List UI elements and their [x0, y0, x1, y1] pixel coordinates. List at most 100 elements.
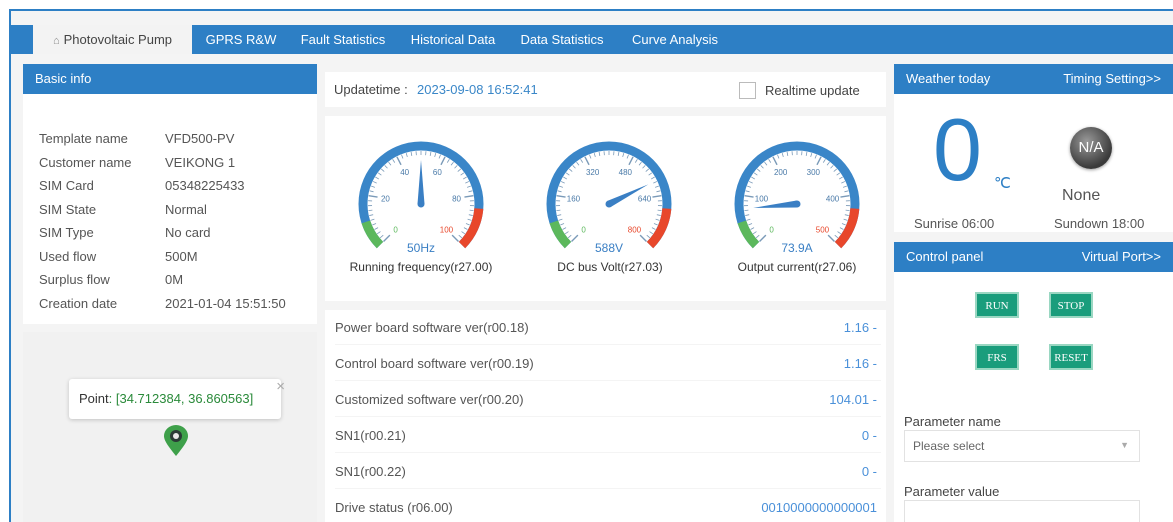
gauge-tick: [580, 159, 584, 163]
gauge-tick: [645, 168, 650, 172]
timing-setting-link[interactable]: Timing Setting>>: [1063, 64, 1161, 94]
gauge-tick: [372, 181, 377, 184]
basic-info-header: Basic info: [23, 64, 317, 94]
panel-title: Control panel: [906, 249, 984, 264]
gauge-tick: [462, 176, 467, 180]
tab-label: Data Statistics: [520, 32, 604, 47]
gauge-tick: [777, 154, 780, 159]
gauge-caption: DC bus Volt(r27.03): [557, 260, 663, 274]
info-key: Template name: [39, 131, 128, 146]
info-key: SIM Card: [39, 178, 94, 193]
gauge-tick: [376, 231, 381, 235]
gauge-tick: [369, 190, 374, 193]
gauge-tick: [465, 181, 470, 184]
gauge-tick: [584, 156, 590, 166]
tab-data-statistics[interactable]: Data Statistics: [508, 25, 616, 54]
gauge-tick: [745, 190, 750, 193]
gauge-tick: [368, 195, 378, 198]
weather-header: Weather today Timing Setting>>: [894, 64, 1173, 94]
gauge-tick: [834, 234, 839, 239]
gauge-tick: [838, 176, 843, 180]
info-key: Creation date: [39, 295, 118, 311]
gauge-tick: [750, 227, 755, 230]
gauge-tick: [656, 214, 661, 216]
parameter-name-label: Parameter name: [904, 414, 1001, 429]
gauge-tick: [560, 223, 565, 226]
info-key: Customer name: [39, 154, 132, 170]
gauge-tick: [805, 151, 808, 156]
info-row: SIM State Normal: [39, 202, 207, 217]
gauge-tick: [746, 218, 751, 221]
gauge-tick: [836, 172, 841, 176]
gauge-hub: [793, 200, 801, 208]
gauge-tick-label: 0: [581, 225, 586, 234]
stop-button[interactable]: STOP: [1049, 292, 1093, 318]
gauge-tick: [593, 152, 596, 158]
gauge-reading: 73.9A: [781, 241, 812, 255]
gauge-tick-label: 160: [567, 194, 581, 203]
gauge-tick: [560, 181, 565, 184]
temperature-value: 0: [933, 100, 982, 199]
gauge-tick: [457, 168, 462, 172]
parameter-value-input[interactable]: [904, 500, 1140, 522]
parameter-value: 0 -: [861, 428, 877, 443]
info-key: Used flow: [39, 248, 97, 264]
gauge-high-band: [834, 208, 860, 249]
tab-fault-statistics[interactable]: Fault Statistics: [288, 25, 398, 54]
info-value: 0M: [165, 272, 184, 287]
gauge-tick: [576, 161, 580, 166]
realtime-checkbox[interactable]: [739, 82, 756, 99]
run-button[interactable]: RUN: [975, 292, 1019, 318]
gauge-caption: Running frequency(r27.00): [349, 260, 493, 274]
gauge-tick: [830, 165, 834, 169]
gauge-tick: [558, 218, 563, 221]
gauge-tick: [745, 214, 750, 216]
gauge-tick-label: 500: [816, 225, 830, 234]
gauge-tick: [653, 181, 658, 184]
gauge-tick: [768, 159, 772, 163]
gauge-hub: [605, 200, 613, 208]
gauge-tick: [565, 172, 570, 176]
tab-label: Fault Statistics: [300, 32, 386, 47]
gauge-tick: [450, 161, 454, 166]
gauge-tick-label: 100: [440, 225, 454, 234]
gauge-tick-label: 0: [393, 225, 398, 234]
gauge-tick: [451, 234, 459, 242]
virtual-port-link[interactable]: Virtual Port>>: [1082, 242, 1161, 272]
gauge-tick-label: 400: [826, 194, 840, 203]
parameter-value: 104.01 -: [829, 392, 877, 407]
tab-photovoltaic-pump[interactable]: ⌂ Photovoltaic Pump: [33, 25, 192, 54]
parameter-select[interactable]: Please select ▼: [904, 430, 1140, 462]
frs-button[interactable]: FRS: [975, 344, 1019, 370]
map-panel[interactable]: Point: [34.712384, 36.860563] ×: [23, 332, 317, 522]
weather-condition-icon: N/A: [1070, 127, 1112, 169]
gauge-tick: [814, 154, 817, 159]
gauge-tick: [377, 172, 382, 176]
tab-curve-analysis[interactable]: Curve Analysis: [616, 25, 734, 54]
gauge-tick: [572, 165, 576, 169]
tab-gprs[interactable]: GPRS R&W: [194, 25, 288, 54]
gauge-tick: [383, 234, 391, 242]
gauge-caption: Output current(r27.06): [737, 260, 857, 274]
map-marker-icon[interactable]: [163, 425, 189, 457]
gauge-tick-label: 300: [807, 168, 821, 177]
parameter-row: Power board software ver(r00.18) 1.16 -: [335, 310, 881, 345]
tab-historical-data[interactable]: Historical Data: [398, 25, 508, 54]
point-coordinates: : [34.712384, 36.860563]: [108, 391, 254, 406]
gauge-tick: [563, 176, 568, 180]
gauge-high-band: [458, 208, 484, 249]
popup-close-icon[interactable]: ×: [276, 367, 285, 407]
gauge-tick: [392, 159, 396, 163]
gauge-tick: [557, 190, 562, 193]
parameter-key: Power board software ver(r00.18): [335, 320, 529, 335]
gauge: 0 100 200 300 400 500 73.9A: [734, 141, 860, 255]
point-label: Point: [79, 391, 109, 406]
gauge-tick: [650, 176, 655, 180]
gauge-tick: [446, 159, 450, 163]
gauge-tick: [567, 234, 572, 239]
gauge-tick: [384, 165, 388, 169]
gauge-tick-label: 640: [638, 194, 652, 203]
tab-bar: ⌂ Photovoltaic Pump GPRS R&W Fault Statis…: [11, 25, 1173, 54]
reset-button[interactable]: RESET: [1049, 344, 1093, 370]
gauge-tick: [651, 227, 656, 230]
